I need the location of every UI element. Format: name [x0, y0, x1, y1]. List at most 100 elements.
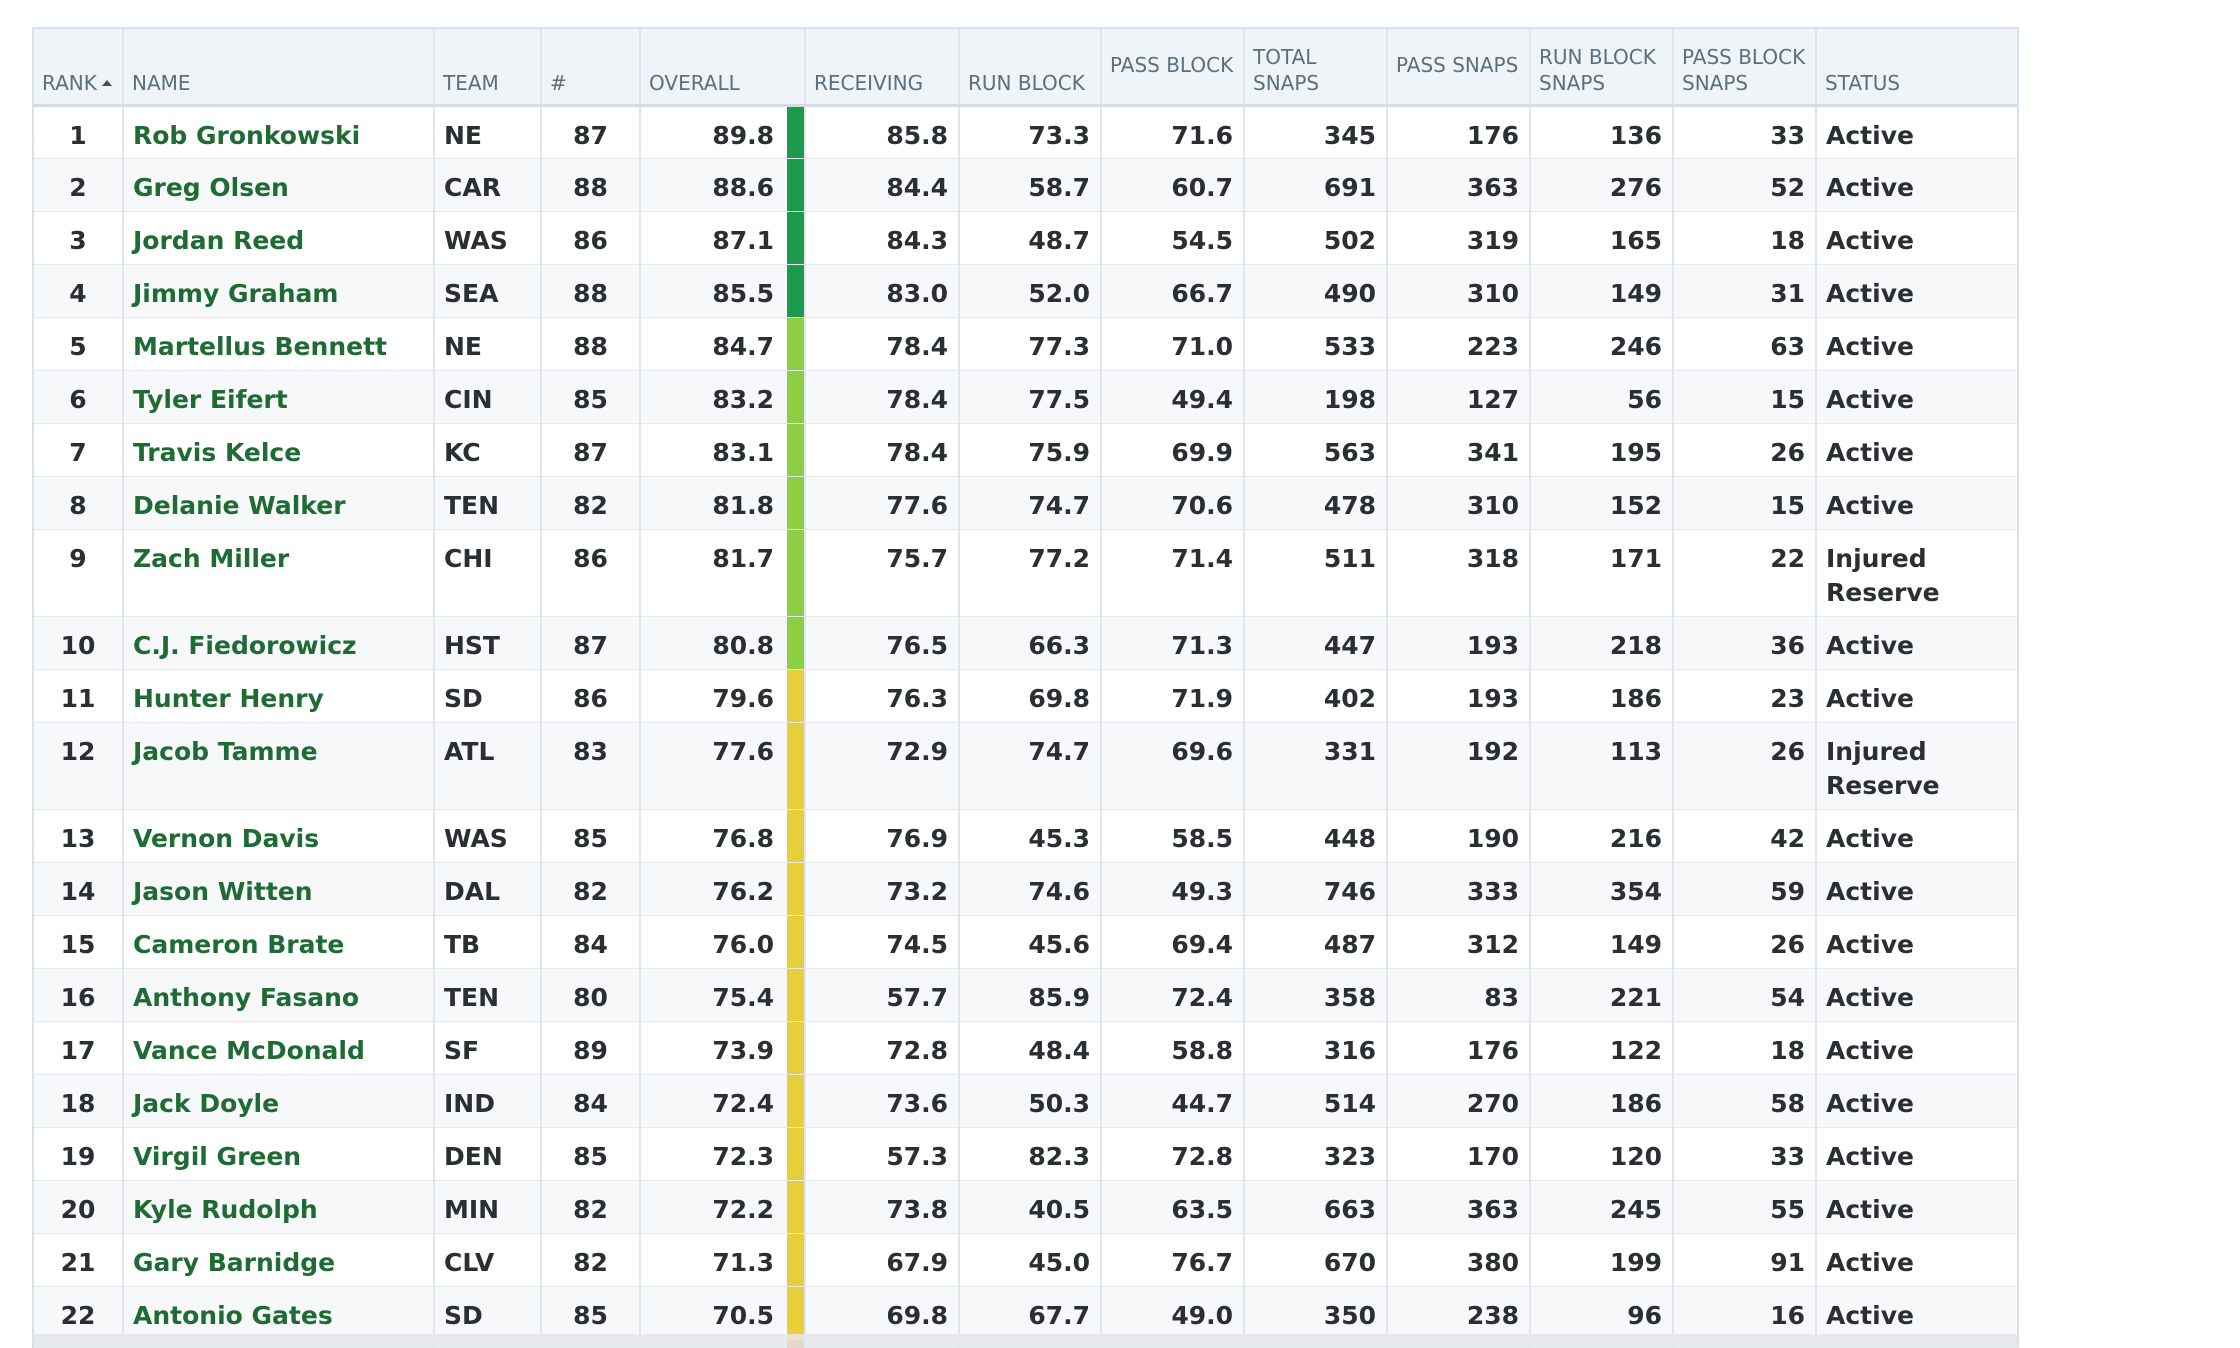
team-cell: TEN — [434, 968, 542, 1021]
pass-block-grade-cell: 60.7 — [1101, 158, 1245, 211]
overall-grade-value: 73.9 — [712, 1035, 774, 1065]
player-name-link[interactable]: Greg Olsen — [123, 158, 435, 211]
header-number[interactable]: # — [541, 29, 641, 107]
status-cell: Active — [1826, 1247, 1914, 1277]
jersey-number-cell: 83 — [541, 722, 641, 809]
table-row[interactable]: 1 Rob Gronkowski NE 87 89.8 85.8 73.3 71… — [34, 105, 2017, 158]
pass-block-grade-cell: 76.7 — [1101, 1233, 1245, 1286]
header-name[interactable]: NAME — [123, 29, 435, 107]
pass-block-snaps-cell: 26 — [1673, 915, 1817, 968]
pass-block-snaps-cell: 22 — [1673, 529, 1817, 616]
player-name-link[interactable]: Travis Kelce — [123, 423, 435, 476]
player-name-link[interactable]: Jack Doyle — [123, 1074, 435, 1127]
player-name-link[interactable]: Kyle Rudolph — [123, 1180, 435, 1233]
pass-block-snaps-cell: 18 — [1673, 1021, 1817, 1074]
player-name-link[interactable]: Martellus Bennett — [123, 317, 435, 370]
run-block-snaps-cell: 149 — [1530, 264, 1674, 317]
pass-block-grade-cell: 72.8 — [1101, 1127, 1245, 1180]
table-row[interactable]: 16 Anthony Fasano TEN 80 75.4 57.7 85.9 … — [34, 968, 2017, 1021]
player-name-link[interactable]: Jordan Reed — [123, 211, 435, 264]
player-name-link[interactable]: Vance McDonald — [123, 1021, 435, 1074]
grade-color-bar — [787, 915, 803, 968]
overall-grade-cell: 76.2 — [640, 862, 806, 915]
player-name-link[interactable]: Virgil Green — [123, 1127, 435, 1180]
table-row[interactable]: 12 Jacob Tamme ATL 83 77.6 72.9 74.7 69.… — [34, 722, 2017, 809]
player-name-link[interactable]: Delanie Walker — [123, 476, 435, 529]
player-name-link[interactable]: Anthony Fasano — [123, 968, 435, 1021]
team-cell: SEA — [434, 264, 542, 317]
team-cell: HST — [434, 616, 542, 669]
rank-cell: 6 — [34, 370, 124, 423]
table-row[interactable]: 19 Virgil Green DEN 85 72.3 57.3 82.3 72… — [34, 1127, 2017, 1180]
table-row[interactable]: 17 Vance McDonald SF 89 73.9 72.8 48.4 5… — [34, 1021, 2017, 1074]
header-overall[interactable]: OVERALL — [640, 29, 806, 107]
receiving-grade-cell: 77.6 — [805, 476, 960, 529]
table-row[interactable]: 5 Martellus Bennett NE 88 84.7 78.4 77.3… — [34, 317, 2017, 370]
receiving-grade-cell: 84.3 — [805, 211, 960, 264]
header-receiving[interactable]: RECEIVING — [805, 29, 960, 107]
player-name-link[interactable]: Jacob Tamme — [123, 722, 435, 809]
player-name-link[interactable]: Rob Gronkowski — [123, 105, 435, 158]
rank-cell: 3 — [34, 211, 124, 264]
header-pass-block[interactable]: PASS BLOCK — [1101, 29, 1245, 107]
table-row[interactable]: 18 Jack Doyle IND 84 72.4 73.6 50.3 44.7… — [34, 1074, 2017, 1127]
status-cell: Active — [1826, 823, 1914, 853]
table-row[interactable]: 6 Tyler Eifert CIN 85 83.2 78.4 77.5 49.… — [34, 370, 2017, 423]
header-rank[interactable]: RANK — [34, 29, 124, 107]
jersey-number-cell: 82 — [541, 1233, 641, 1286]
header-status[interactable]: STATUS — [1816, 29, 2017, 107]
header-team[interactable]: TEAM — [434, 29, 542, 107]
header-run-block-snaps[interactable]: RUN BLOCK SNAPS — [1530, 29, 1674, 107]
pass-block-snaps-cell: 26 — [1673, 722, 1817, 809]
pass-snaps-cell: 363 — [1387, 1180, 1531, 1233]
pass-block-grade-cell: 70.6 — [1101, 476, 1245, 529]
run-block-snaps-cell: 56 — [1530, 370, 1674, 423]
jersey-number-cell: 85 — [541, 1286, 641, 1339]
header-pass-block-snaps[interactable]: PASS BLOCK SNAPS — [1673, 29, 1817, 107]
rank-cell: 12 — [34, 722, 124, 809]
player-name-link[interactable]: Jimmy Graham — [123, 264, 435, 317]
pass-snaps-cell: 223 — [1387, 317, 1531, 370]
table-row[interactable]: 10 C.J. Fiedorowicz HST 87 80.8 76.5 66.… — [34, 616, 2017, 669]
pass-block-snaps-cell: 33 — [1673, 105, 1817, 158]
table-row[interactable]: 9 Zach Miller CHI 86 81.7 75.7 77.2 71.4… — [34, 529, 2017, 616]
overall-grade-cell: 73.9 — [640, 1021, 806, 1074]
overall-grade-value: 72.4 — [712, 1088, 774, 1118]
header-run-block[interactable]: RUN BLOCK — [959, 29, 1102, 107]
player-name-link[interactable]: Cameron Brate — [123, 915, 435, 968]
status-cell: Active — [1826, 384, 1914, 414]
player-name-link[interactable]: Jason Witten — [123, 862, 435, 915]
status-cell: Active — [1826, 1194, 1914, 1224]
header-total-snaps[interactable]: TOTAL SNAPS — [1244, 29, 1388, 107]
table-row[interactable]: 2 Greg Olsen CAR 88 88.6 84.4 58.7 60.7 … — [34, 158, 2017, 211]
table-row[interactable]: 22 Antonio Gates SD 85 70.5 69.8 67.7 49… — [34, 1286, 2017, 1339]
pass-block-grade-cell: 72.4 — [1101, 968, 1245, 1021]
pass-snaps-cell: 176 — [1387, 105, 1531, 158]
table-row[interactable]: 4 Jimmy Graham SEA 88 85.5 83.0 52.0 66.… — [34, 264, 2017, 317]
overall-grade-cell: 77.6 — [640, 722, 806, 809]
player-grades-table: RANK NAME TEAM # OVERALL RECEIVING RUN B… — [34, 29, 2017, 1348]
table-row[interactable]: 20 Kyle Rudolph MIN 82 72.2 73.8 40.5 63… — [34, 1180, 2017, 1233]
status-cell: Active — [1826, 1035, 1914, 1065]
table-row[interactable]: 13 Vernon Davis WAS 85 76.8 76.9 45.3 58… — [34, 809, 2017, 862]
player-name-link[interactable]: Gary Barnidge — [123, 1233, 435, 1286]
table-row[interactable]: 14 Jason Witten DAL 82 76.2 73.2 74.6 49… — [34, 862, 2017, 915]
sort-ascending-icon — [101, 79, 112, 86]
table-row[interactable]: 3 Jordan Reed WAS 86 87.1 84.3 48.7 54.5… — [34, 211, 2017, 264]
overall-grade-cell: 83.2 — [640, 370, 806, 423]
player-name-link[interactable]: Tyler Eifert — [123, 370, 435, 423]
player-name-link[interactable]: C.J. Fiedorowicz — [123, 616, 435, 669]
table-row[interactable]: 7 Travis Kelce KC 87 83.1 78.4 75.9 69.9… — [34, 423, 2017, 476]
player-name-link[interactable]: Zach Miller — [123, 529, 435, 616]
player-name-link[interactable]: Antonio Gates — [123, 1286, 435, 1339]
header-pass-snaps[interactable]: PASS SNAPS — [1387, 29, 1531, 107]
overall-grade-value: 87.1 — [712, 225, 774, 255]
table-row[interactable]: 21 Gary Barnidge CLV 82 71.3 67.9 45.0 7… — [34, 1233, 2017, 1286]
table-row[interactable]: 11 Hunter Henry SD 86 79.6 76.3 69.8 71.… — [34, 669, 2017, 722]
player-name-link[interactable]: Hunter Henry — [123, 669, 435, 722]
table-row[interactable]: 15 Cameron Brate TB 84 76.0 74.5 45.6 69… — [34, 915, 2017, 968]
table-row[interactable]: 8 Delanie Walker TEN 82 81.8 77.6 74.7 7… — [34, 476, 2017, 529]
grade-color-bar — [787, 476, 803, 529]
player-name-link[interactable]: Vernon Davis — [123, 809, 435, 862]
grade-color-bar — [787, 1233, 803, 1286]
